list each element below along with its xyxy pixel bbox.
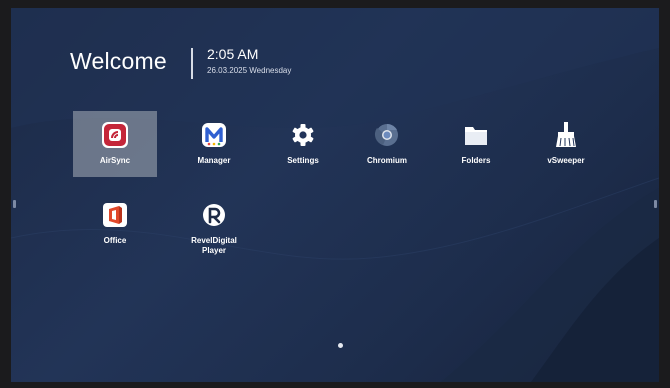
gear-icon — [287, 119, 319, 151]
app-vsweeper[interactable]: vSweeper — [524, 111, 608, 177]
app-label-line-2: Player — [201, 246, 227, 255]
home-screen: Welcome 2:05 AM 26.03.2025 Wednesday Air… — [11, 8, 659, 382]
office-icon — [99, 199, 131, 231]
app-settings[interactable]: Settings — [261, 111, 345, 177]
app-label: RevelDigital Player — [172, 236, 256, 256]
app-reveldigital-player[interactable]: RevelDigital Player — [172, 191, 256, 257]
reveldigital-icon — [198, 199, 230, 231]
right-edge-handle[interactable] — [654, 200, 657, 208]
app-label: Manager — [197, 156, 231, 165]
clock-date: 26.03.2025 Wednesday — [207, 66, 292, 75]
app-folders[interactable]: Folders — [434, 111, 518, 177]
manager-icon — [198, 119, 230, 151]
app-airsync[interactable]: AirSync — [73, 111, 157, 177]
app-label-line-1: RevelDigital — [191, 236, 237, 245]
clock-time: 2:05 AM — [207, 46, 259, 62]
welcome-title: Welcome — [70, 48, 167, 74]
broom-icon — [550, 119, 582, 151]
chromium-icon — [371, 119, 403, 151]
app-label: Folders — [461, 156, 491, 165]
app-chromium[interactable]: Chromium — [345, 111, 429, 177]
left-edge-handle[interactable] — [13, 200, 16, 208]
app-label: vSweeper — [547, 156, 585, 165]
folder-icon — [460, 119, 492, 151]
page-indicator-dot[interactable] — [338, 343, 343, 348]
header-divider — [191, 48, 193, 79]
airsync-icon — [99, 119, 131, 151]
app-label: Chromium — [367, 156, 407, 165]
app-manager[interactable]: Manager — [172, 111, 256, 177]
app-office[interactable]: Office — [73, 191, 157, 257]
app-label: Office — [103, 236, 127, 245]
app-label: Settings — [287, 156, 319, 165]
app-label: AirSync — [99, 156, 131, 165]
